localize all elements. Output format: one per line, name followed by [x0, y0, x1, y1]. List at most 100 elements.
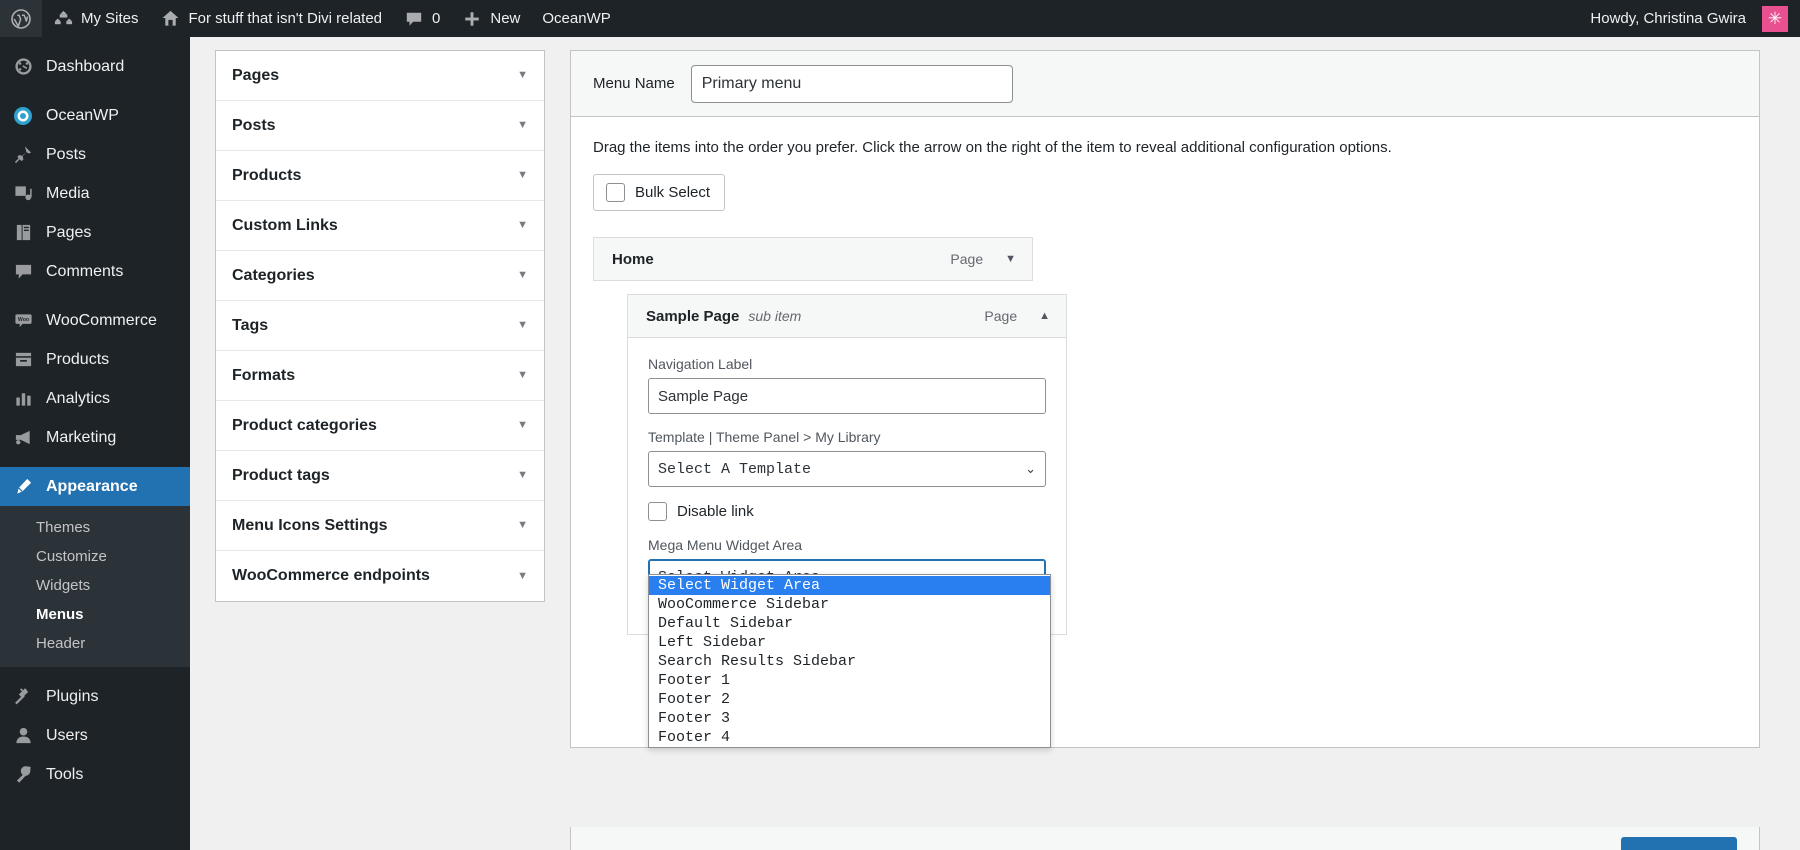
chevron-down-icon: ⌄: [1025, 462, 1036, 477]
site-name-menu[interactable]: For stuff that isn't Divi related: [150, 0, 394, 37]
sidebar-item-woocommerce[interactable]: Woo WooCommerce: [0, 301, 190, 340]
add-menu-items-accordion: Pages ▼ Posts ▼ Products ▼ Custom Links …: [215, 50, 545, 602]
sidebar-item-media[interactable]: Media: [0, 174, 190, 213]
accordion-label: Menu Icons Settings: [232, 517, 388, 535]
accordion-item-formats[interactable]: Formats ▼: [216, 351, 544, 401]
sidebar-spacer-top: [0, 37, 190, 47]
appearance-icon: [12, 476, 34, 498]
sidebar-item-users[interactable]: Users: [0, 716, 190, 755]
accordion-item-product-tags[interactable]: Product tags ▼: [216, 451, 544, 501]
sidebar-item-themes[interactable]: Themes: [0, 513, 190, 542]
chevron-down-icon[interactable]: ▼: [1005, 253, 1016, 265]
dropdown-option[interactable]: Select Widget Area: [649, 576, 1050, 595]
home-icon: [161, 9, 181, 29]
chevron-down-icon: ▼: [517, 270, 528, 281]
menu-item-sample-page[interactable]: Sample Page sub item Page ▲ Navigation L…: [627, 294, 1067, 635]
menu-item-type: Page: [984, 308, 1017, 324]
template-select[interactable]: Select A Template ⌄: [648, 451, 1046, 487]
dropdown-option[interactable]: Footer 2: [649, 690, 1050, 709]
mega-menu-label: Mega Menu Widget Area: [648, 537, 1046, 553]
sidebar-label: Tools: [46, 766, 83, 784]
accordion-item-posts[interactable]: Posts ▼: [216, 101, 544, 151]
menu-editor-panel: Menu Name Drag the items into the order …: [570, 50, 1760, 748]
bulk-select-toggle[interactable]: Bulk Select: [593, 174, 725, 211]
comments-bubble[interactable]: 0: [393, 0, 451, 37]
menu-footer-bar: Delete Menu Save Menu: [570, 827, 1760, 850]
accordion-item-menu-icons-settings[interactable]: Menu Icons Settings ▼: [216, 501, 544, 551]
sidebar-item-oceanwp[interactable]: OceanWP: [0, 96, 190, 135]
menu-item-sub-label: sub item: [748, 308, 801, 324]
menu-item-meta: Page ▲: [984, 308, 1050, 324]
chevron-down-icon: ▼: [517, 170, 528, 181]
sidebar-item-analytics[interactable]: Analytics: [0, 379, 190, 418]
sidebar-label: Plugins: [46, 688, 98, 706]
accordion-item-custom-links[interactable]: Custom Links ▼: [216, 201, 544, 251]
plus-icon: [462, 9, 482, 29]
bulk-select-checkbox[interactable]: [606, 183, 625, 202]
sidebar-item-pages[interactable]: Pages: [0, 213, 190, 252]
sidebar-item-dashboard[interactable]: Dashboard: [0, 47, 190, 86]
sidebar-item-posts[interactable]: Posts: [0, 135, 190, 174]
sidebar-item-header[interactable]: Header: [0, 629, 190, 658]
accordion-item-tags[interactable]: Tags ▼: [216, 301, 544, 351]
svg-text:Woo: Woo: [17, 317, 28, 323]
new-content-menu[interactable]: New: [451, 0, 531, 37]
sidebar-label: Appearance: [46, 478, 138, 496]
mega-menu-dropdown-list[interactable]: Select Widget Area WooCommerce Sidebar D…: [648, 574, 1051, 748]
dashboard-icon: [12, 56, 34, 78]
accordion-label: Categories: [232, 267, 315, 285]
sidebar-item-products[interactable]: Products: [0, 340, 190, 379]
tools-icon: [12, 764, 34, 786]
disable-link-checkbox[interactable]: [648, 502, 667, 521]
sidebar-item-comments[interactable]: Comments: [0, 252, 190, 291]
dropdown-option[interactable]: WooCommerce Sidebar: [649, 595, 1050, 614]
accordion-item-pages[interactable]: Pages ▼: [216, 51, 544, 101]
dropdown-option[interactable]: Footer 3: [649, 709, 1050, 728]
admin-bar: My Sites For stuff that isn't Divi relat…: [0, 0, 1800, 37]
sidebar-label: Pages: [46, 224, 91, 242]
dropdown-option[interactable]: Search Results Sidebar: [649, 652, 1050, 671]
accordion-item-product-categories[interactable]: Product categories ▼: [216, 401, 544, 451]
sidebar-item-customize[interactable]: Customize: [0, 542, 190, 571]
sidebar-item-marketing[interactable]: Marketing: [0, 418, 190, 457]
accordion-label: Product tags: [232, 467, 330, 485]
dropdown-option[interactable]: Footer 4: [649, 728, 1050, 747]
menu-name-bar: Menu Name: [571, 51, 1759, 117]
menu-item-home[interactable]: Home Page ▼: [593, 237, 1033, 281]
dropdown-option[interactable]: Default Sidebar: [649, 614, 1050, 633]
sidebar-item-plugins[interactable]: Plugins: [0, 677, 190, 716]
save-menu-button[interactable]: Save Menu: [1621, 837, 1737, 850]
disable-link-row[interactable]: Disable link: [648, 502, 1046, 521]
chevron-down-icon: ▼: [517, 420, 528, 431]
pin-icon: [12, 144, 34, 166]
sidebar-item-widgets[interactable]: Widgets: [0, 571, 190, 600]
dropdown-option[interactable]: Footer 1: [649, 671, 1050, 690]
accordion-item-woocommerce-endpoints[interactable]: WooCommerce endpoints ▼: [216, 551, 544, 601]
accordion-item-categories[interactable]: Categories ▼: [216, 251, 544, 301]
menu-item-title: Sample Page: [646, 308, 739, 325]
chevron-up-icon[interactable]: ▲: [1039, 310, 1050, 322]
content-area: Pages ▼ Posts ▼ Products ▼ Custom Links …: [190, 37, 1800, 850]
menu-item-meta: Page ▼: [950, 251, 1016, 267]
sidebar-spacer-4: [0, 667, 190, 677]
sidebar-item-menus[interactable]: Menus: [0, 600, 190, 629]
dropdown-option[interactable]: Left Sidebar: [649, 633, 1050, 652]
sidebar-item-tools[interactable]: Tools: [0, 755, 190, 794]
chevron-down-icon: ▼: [517, 70, 528, 81]
menu-item-header[interactable]: Home Page ▼: [593, 237, 1033, 281]
sidebar-item-appearance[interactable]: Appearance: [0, 467, 190, 506]
wordpress-logo-button[interactable]: [0, 0, 42, 37]
accordion-label: WooCommerce endpoints: [232, 567, 430, 585]
my-sites-menu[interactable]: My Sites: [42, 0, 150, 37]
navigation-label-input[interactable]: [648, 378, 1046, 414]
menu-item-title: Home: [612, 251, 654, 268]
menu-item-header[interactable]: Sample Page sub item Page ▲: [627, 294, 1067, 338]
oceanwp-adminbar-menu[interactable]: OceanWP: [531, 0, 621, 37]
menu-name-input[interactable]: [691, 65, 1013, 103]
template-label: Template | Theme Panel > My Library: [648, 429, 1046, 445]
howdy-menu[interactable]: Howdy, Christina Gwira ✳: [1579, 0, 1800, 37]
navigation-label-label: Navigation Label: [648, 356, 1046, 372]
menu-item-settings: Navigation Label Template | Theme Panel …: [627, 338, 1067, 635]
chevron-down-icon: ▼: [517, 370, 528, 381]
accordion-item-products[interactable]: Products ▼: [216, 151, 544, 201]
